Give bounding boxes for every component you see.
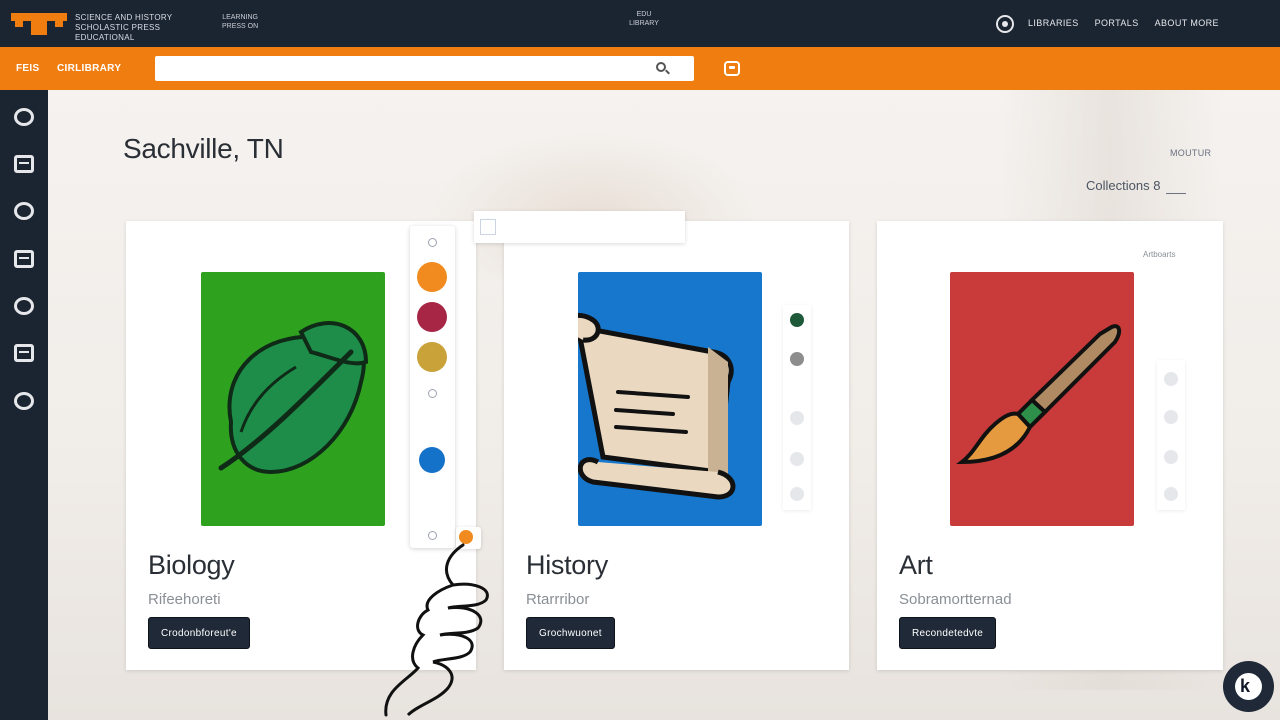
color-swatch[interactable] [790,411,804,425]
cover-history [578,272,762,526]
card-open-button[interactable]: Crodonbforeut'e [148,617,250,649]
card-subtitle: Sobramortternad [899,591,1012,608]
network-icon[interactable] [14,202,34,220]
cover-biology [201,272,385,526]
globe-icon[interactable] [14,108,34,126]
color-swatch[interactable] [790,313,804,327]
option-strip [783,305,811,510]
collections-count: Collections 8 [1086,178,1187,194]
color-swatch[interactable] [1164,450,1178,464]
brand-name: SCIENCE AND HISTORY SCHOLASTIC PRESS EDU… [75,13,173,42]
swatch-gold[interactable] [417,342,447,372]
top-links: LIBRARIES PORTALS ABOUT MORE [1028,18,1219,28]
color-swatch[interactable] [790,452,804,466]
site-title: EDU LIBRARY [629,11,659,27]
leaf-icon [218,321,369,475]
card-tag: Artboarts [1143,250,1176,259]
accessibility-icon: k [1240,676,1251,696]
bag-icon[interactable] [724,61,740,76]
top-link-libraries[interactable]: LIBRARIES [1028,18,1079,28]
collections-label: Collections 8 [1086,178,1161,193]
swatch-blue[interactable] [419,447,445,473]
account-icon[interactable] [996,15,1014,33]
search-bar-strip: FEIS CIRLIBRARY [0,47,1280,90]
support-icon[interactable] [14,392,34,410]
top-link-about[interactable]: ABOUT MORE [1155,18,1219,28]
top-link-portals[interactable]: PORTALS [1095,18,1139,28]
card-title: Biology [148,550,235,580]
option-strip [1157,360,1185,510]
settings-icon[interactable] [428,389,437,398]
card-subtitle: Rtarrribor [526,591,590,608]
cover-art [950,272,1134,526]
card-subtitle: Rifeehoreti [148,591,221,608]
card-open-button[interactable]: Grochwuonet [526,617,615,649]
sidebar [0,90,48,720]
calendar-icon[interactable] [14,155,34,173]
color-palette-popover [410,226,455,548]
settings-icon[interactable] [428,531,437,540]
lock-icon[interactable] [14,250,34,268]
card-open-button[interactable]: Recondetedvte [899,617,997,649]
color-swatch[interactable] [1164,410,1178,424]
settings-icon[interactable] [428,238,437,247]
sparkline-icon [1166,180,1187,194]
swatch-orange[interactable] [417,262,447,292]
pointer-hand-icon [384,543,489,717]
color-swatch[interactable] [790,352,804,366]
swatch-maroon[interactable] [417,302,447,332]
tooltip-panel [474,211,685,243]
color-swatch[interactable] [790,487,804,501]
search-input[interactable] [155,56,694,81]
university-logo[interactable] [11,11,67,37]
brand-subtitle: LEARNING PRESS ON [222,14,259,30]
color-swatch[interactable] [1164,487,1178,501]
nav-item-library[interactable]: CIRLIBRARY [57,63,121,74]
color-swatch[interactable] [1164,372,1178,386]
nav-item-feis[interactable]: FEIS [16,63,39,74]
paintbrush-icon [956,324,1122,465]
scroll-icon [578,312,736,500]
page-title: Sachville, TN [123,133,284,164]
card-title: History [526,550,608,580]
calendar-icon[interactable] [14,344,34,362]
card-title: Art [899,550,933,580]
search-icon[interactable] [656,62,666,72]
meta-label: MOUTUR [1170,148,1212,158]
top-navigation-bar: SCIENCE AND HISTORY SCHOLASTIC PRESS EDU… [0,0,1280,47]
robot-icon[interactable] [14,297,34,315]
